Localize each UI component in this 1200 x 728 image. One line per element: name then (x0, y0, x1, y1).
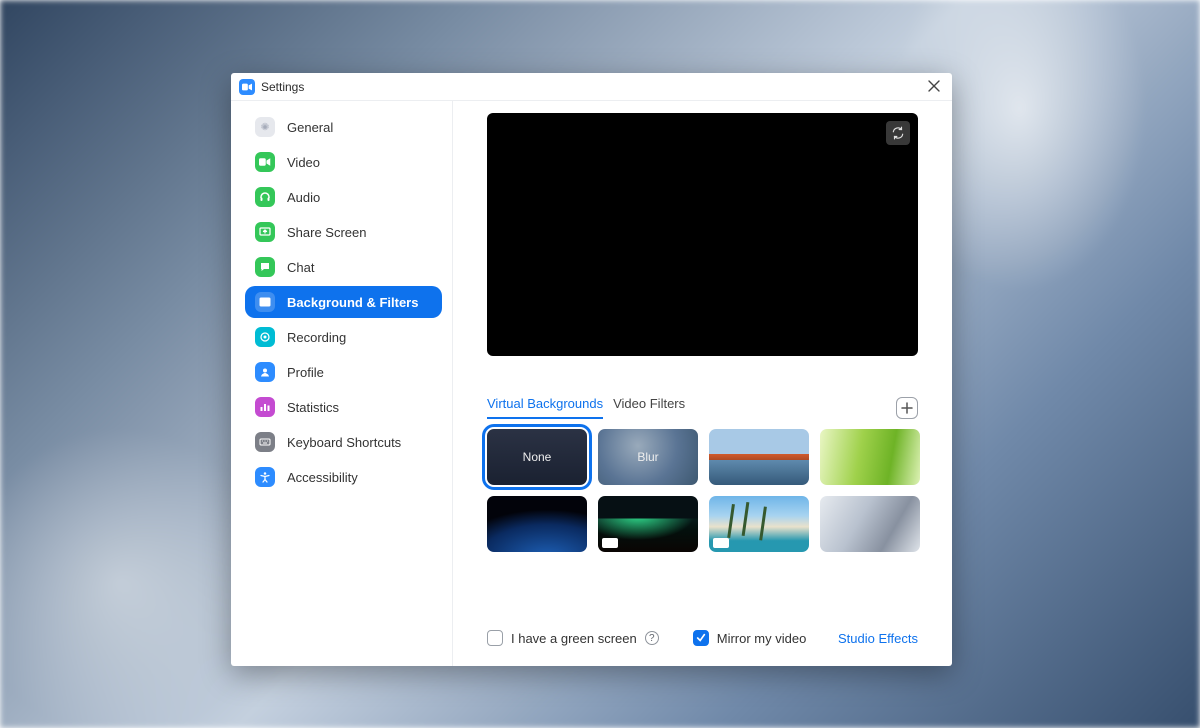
accessibility-icon (255, 467, 275, 487)
background-option-none[interactable]: None (487, 429, 587, 485)
thumb-label: None (523, 450, 552, 464)
sidebar-item-accessibility[interactable]: Accessibility (245, 461, 442, 493)
sidebar-item-label: Video (287, 155, 320, 170)
tab-video-filters[interactable]: Video Filters (613, 396, 685, 419)
share-screen-icon (255, 222, 275, 242)
add-background-button[interactable] (896, 397, 918, 419)
sidebar-item-label: Share Screen (287, 225, 367, 240)
sidebar-item-general[interactable]: General (245, 111, 442, 143)
sidebar: General Video Audio Share Screen (231, 101, 453, 666)
tab-virtual-backgrounds[interactable]: Virtual Backgrounds (487, 396, 603, 419)
background-option-bridge[interactable] (709, 429, 809, 485)
tabs-row: Virtual Backgrounds Video Filters (487, 396, 918, 419)
headphones-icon (255, 187, 275, 207)
background-grid: None Blur (487, 429, 922, 552)
sidebar-item-label: Profile (287, 365, 324, 380)
gear-icon (255, 117, 275, 137)
background-option-earth[interactable] (487, 496, 587, 552)
mirror-video-label: Mirror my video (717, 631, 807, 646)
sidebar-item-label: Audio (287, 190, 320, 205)
person-card-icon (255, 292, 275, 312)
record-icon (255, 327, 275, 347)
window-body: General Video Audio Share Screen (231, 100, 952, 666)
sidebar-item-share-screen[interactable]: Share Screen (245, 216, 442, 248)
video-preview (487, 113, 918, 356)
sidebar-item-label: Background & Filters (287, 295, 418, 310)
sidebar-item-label: Recording (287, 330, 346, 345)
video-badge-icon (713, 538, 729, 548)
video-camera-icon (255, 152, 275, 172)
zoom-app-icon (239, 79, 255, 95)
sidebar-item-label: Keyboard Shortcuts (287, 435, 401, 450)
sidebar-item-video[interactable]: Video (245, 146, 442, 178)
thumb-label: Blur (637, 450, 658, 464)
sidebar-item-chat[interactable]: Chat (245, 251, 442, 283)
rotate-camera-button[interactable] (886, 121, 910, 145)
sidebar-item-profile[interactable]: Profile (245, 356, 442, 388)
sidebar-item-keyboard-shortcuts[interactable]: Keyboard Shortcuts (245, 426, 442, 458)
footer-row: I have a green screen ? Mirror my video … (487, 630, 918, 646)
window-title: Settings (261, 80, 304, 94)
green-screen-label: I have a green screen (511, 631, 637, 646)
video-badge-icon (602, 538, 618, 548)
chat-bubble-icon (255, 257, 275, 277)
background-option-beach[interactable] (709, 496, 809, 552)
sidebar-item-label: Statistics (287, 400, 339, 415)
sidebar-item-recording[interactable]: Recording (245, 321, 442, 353)
green-screen-checkbox[interactable] (487, 630, 503, 646)
studio-effects-link[interactable]: Studio Effects (838, 631, 918, 646)
keyboard-icon (255, 432, 275, 452)
close-icon[interactable] (924, 79, 944, 95)
sidebar-item-audio[interactable]: Audio (245, 181, 442, 213)
sidebar-item-label: Accessibility (287, 470, 358, 485)
sidebar-item-label: General (287, 120, 333, 135)
bar-chart-icon (255, 397, 275, 417)
background-option-grass[interactable] (820, 429, 920, 485)
background-option-snow[interactable] (820, 496, 920, 552)
sidebar-item-label: Chat (287, 260, 314, 275)
titlebar: Settings (231, 73, 952, 100)
sidebar-item-background-filters[interactable]: Background & Filters (245, 286, 442, 318)
green-screen-help-icon[interactable]: ? (645, 631, 659, 645)
profile-icon (255, 362, 275, 382)
settings-window: Settings General Video (231, 73, 952, 666)
main-panel: Virtual Backgrounds Video Filters None B… (453, 101, 952, 666)
sidebar-item-statistics[interactable]: Statistics (245, 391, 442, 423)
background-option-aurora[interactable] (598, 496, 698, 552)
background-option-blur[interactable]: Blur (598, 429, 698, 485)
mirror-video-checkbox[interactable] (693, 630, 709, 646)
